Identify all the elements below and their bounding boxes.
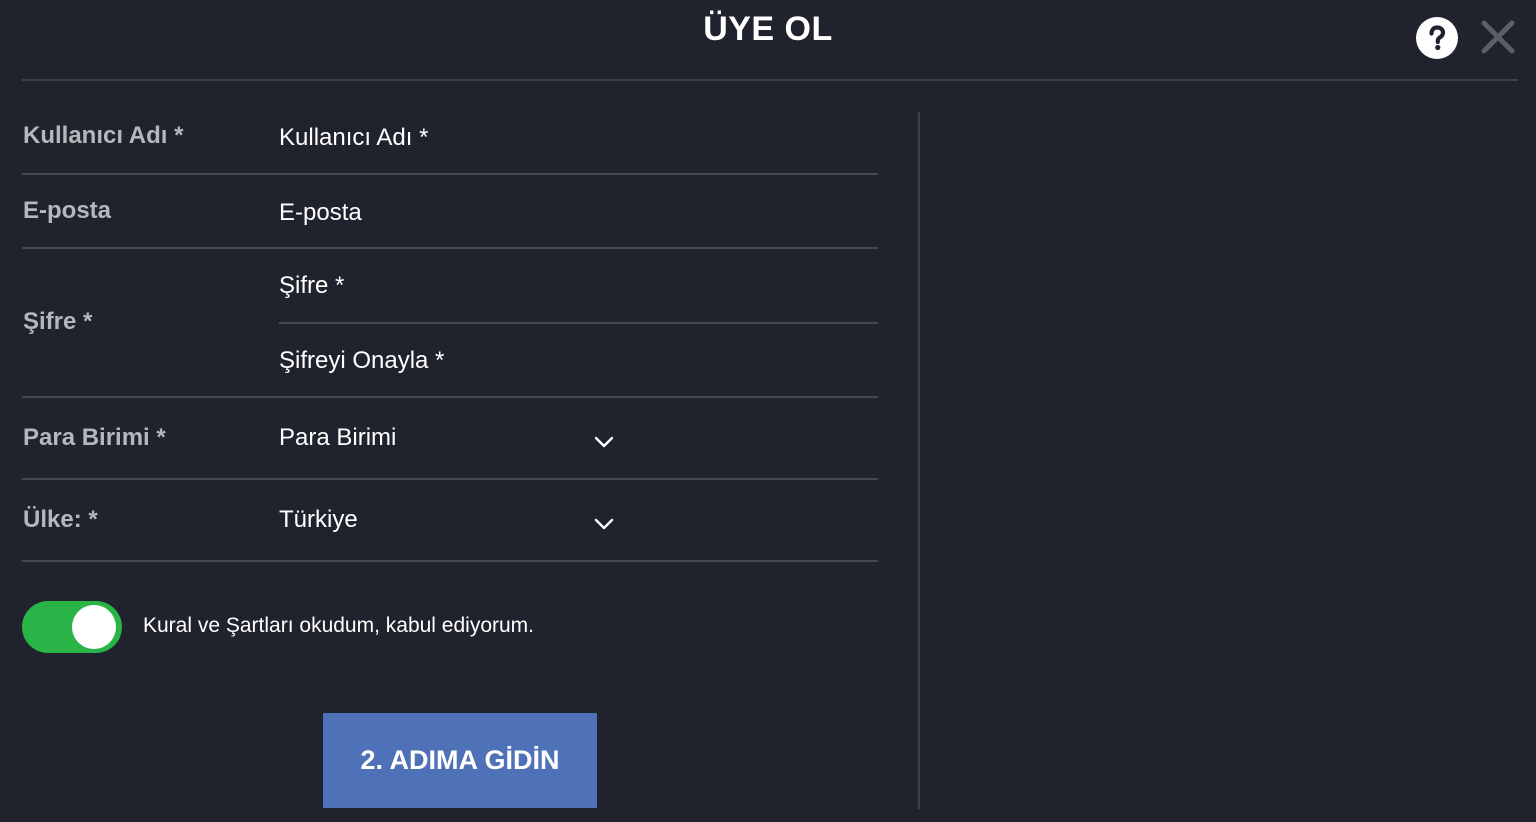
modal-title: ÜYE OL <box>703 10 833 48</box>
username-divider <box>22 173 878 175</box>
email-label: E-posta <box>23 197 112 224</box>
toggle-knob <box>72 605 116 649</box>
country-select[interactable]: Türkiye <box>279 506 639 556</box>
password-label: Şifre * <box>23 308 93 335</box>
question-mark-icon <box>1429 25 1446 51</box>
confirm-password-input[interactable] <box>279 339 859 383</box>
currency-label: Para Birimi * <box>23 424 166 451</box>
email-input[interactable] <box>279 191 859 235</box>
chevron-down-icon <box>594 518 614 530</box>
country-divider <box>22 560 878 562</box>
close-icon <box>1481 20 1515 54</box>
email-divider <box>22 247 878 249</box>
country-label: Ülke: * <box>23 506 98 533</box>
close-button[interactable] <box>1478 17 1518 57</box>
terms-toggle[interactable] <box>22 601 122 653</box>
next-step-button[interactable]: 2. ADIMA GİDİN <box>323 713 597 808</box>
help-button[interactable] <box>1416 17 1458 59</box>
password-divider <box>279 322 878 324</box>
header-divider <box>22 79 1518 81</box>
column-divider <box>918 112 920 809</box>
confirm-password-divider <box>22 396 878 398</box>
chevron-down-icon <box>594 436 614 448</box>
currency-divider <box>22 478 878 480</box>
username-input[interactable] <box>279 116 859 160</box>
terms-label: Kural ve Şartları okudum, kabul ediyorum… <box>143 614 535 637</box>
password-input[interactable] <box>279 264 859 308</box>
username-label: Kullanıcı Adı * <box>23 122 184 149</box>
country-select-value: Türkiye <box>279 506 358 533</box>
currency-select[interactable]: Para Birimi <box>279 424 639 474</box>
currency-select-value: Para Birimi <box>279 424 397 451</box>
